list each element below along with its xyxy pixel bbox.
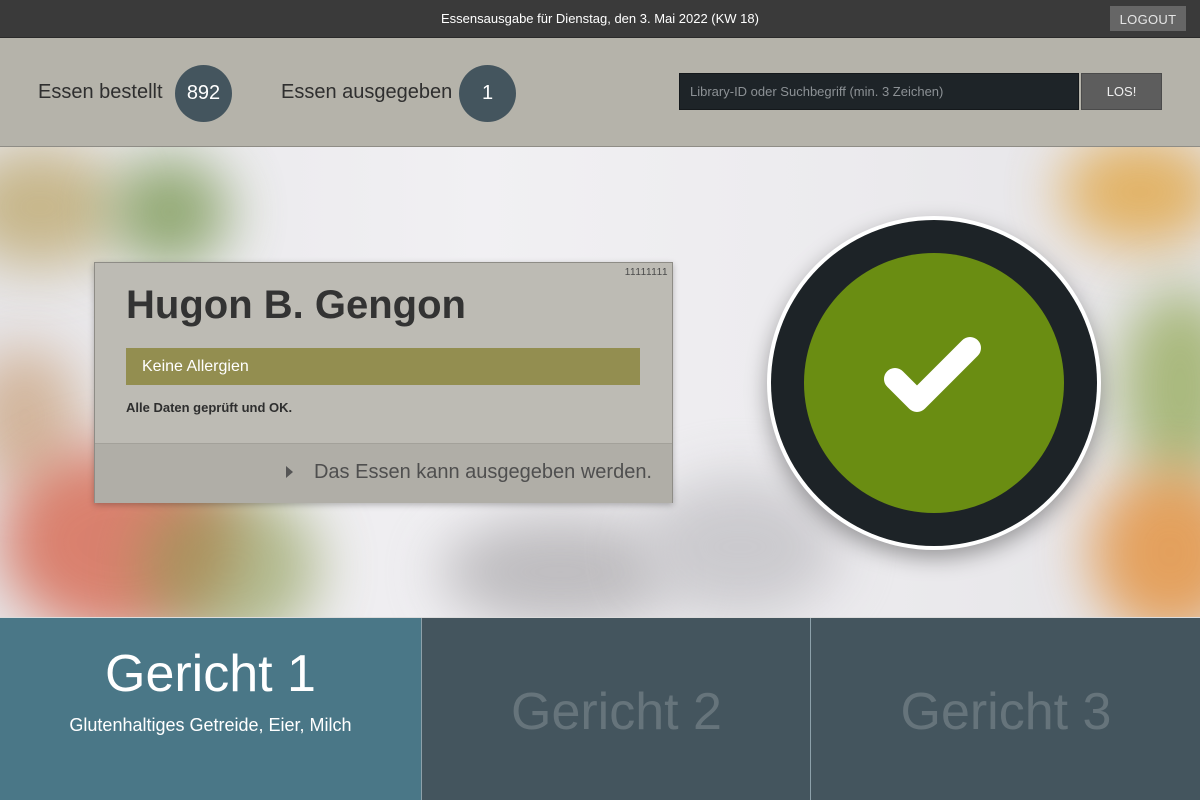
background-blur	[1120, 287, 1200, 487]
library-id: 11111111	[624, 267, 668, 278]
served-label: Essen ausgegeben	[281, 81, 453, 103]
card-footer: Das Essen kann ausgegeben werden.	[95, 443, 672, 503]
meal-title: Gericht 3	[900, 683, 1112, 741]
logout-button[interactable]: LOGOUT	[1110, 6, 1186, 31]
meal-title: Gericht 2	[511, 683, 722, 741]
page-title: Essensausgabe für Dienstag, den 3. Mai 2…	[441, 11, 759, 26]
top-bar: Essensausgabe für Dienstag, den 3. Mai 2…	[0, 0, 1200, 38]
ordered-count-badge: 892	[175, 65, 232, 122]
allergy-status-bar: Keine Allergien	[126, 348, 640, 385]
search-input[interactable]	[679, 73, 1079, 110]
ordered-label: Essen bestellt	[38, 81, 163, 103]
meal-tile-1[interactable]: Gericht 1 Glutenhaltiges Getreide, Eier,…	[0, 618, 421, 800]
person-name: Hugon B. Gengon	[126, 283, 466, 327]
checkmark-icon	[884, 337, 981, 412]
background-blur	[110, 157, 230, 267]
caret-right-icon	[286, 466, 293, 478]
result-message: Das Essen kann ausgegeben werden.	[313, 461, 652, 483]
search-button[interactable]: LOS!	[1081, 73, 1162, 110]
status-indicator	[767, 216, 1101, 550]
background-blur	[1090, 467, 1200, 617]
background-blur	[0, 147, 120, 267]
meal-tile-2[interactable]: Gericht 2	[421, 618, 811, 800]
meal-selection: Gericht 1 Glutenhaltiges Getreide, Eier,…	[0, 618, 1200, 800]
check-message: Alle Daten geprüft und OK.	[126, 400, 293, 415]
meal-title: Gericht 1	[105, 645, 316, 703]
meal-tile-3[interactable]: Gericht 3	[810, 618, 1200, 800]
person-card: 11111111 Hugon B. Gengon Keine Allergien…	[94, 262, 673, 503]
served-count-badge: 1	[459, 65, 516, 122]
meal-allergens: Glutenhaltiges Getreide, Eier, Milch	[69, 715, 352, 735]
